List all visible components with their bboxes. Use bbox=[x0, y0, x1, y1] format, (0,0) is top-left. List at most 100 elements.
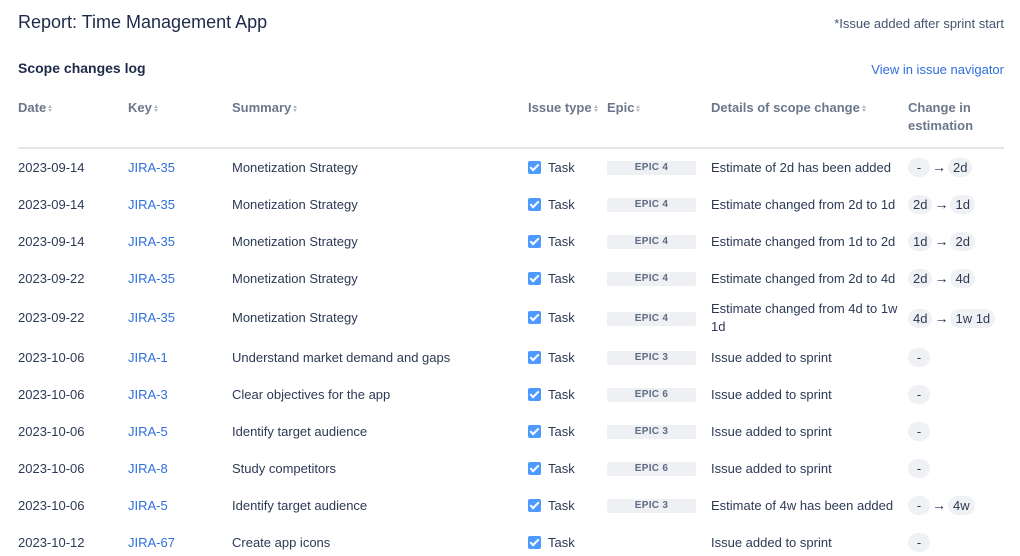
estimation-change-cell: 1d → 2d bbox=[908, 223, 1004, 260]
estimate-from-pill: 2d bbox=[908, 269, 933, 288]
table-row: 2023-10-06 JIRA-3 Clear objectives for the… bbox=[18, 376, 1004, 413]
key-cell: JIRA-35 bbox=[128, 297, 232, 339]
sort-icon[interactable] bbox=[861, 104, 867, 113]
issue-type-cell: Task bbox=[528, 260, 607, 297]
epic-badge[interactable]: EPIC 4 bbox=[607, 161, 696, 176]
estimation-change-cell: - bbox=[908, 413, 1004, 450]
issue-key-link[interactable]: JIRA-35 bbox=[128, 310, 175, 325]
estimation-change-cell: 2d → 1d bbox=[908, 186, 1004, 223]
details-cell: Issue added to sprint bbox=[711, 349, 832, 365]
key-cell: JIRA-1 bbox=[128, 339, 232, 376]
issue-key-link[interactable]: JIRA-67 bbox=[128, 535, 175, 550]
scope-changes-table: Date Key Summary Issue type Epic Details of s… bbox=[18, 96, 1004, 556]
epic-cell: EPIC 4 bbox=[607, 297, 711, 339]
issue-type-label: Task bbox=[548, 497, 575, 513]
key-cell: JIRA-3 bbox=[128, 376, 232, 413]
issue-key-link[interactable]: JIRA-5 bbox=[128, 424, 168, 439]
footnote: *Issue added after sprint start bbox=[834, 16, 1004, 31]
table-row: 2023-10-06 JIRA-5 Identify target audience… bbox=[18, 413, 1004, 450]
sort-icon[interactable] bbox=[635, 104, 641, 113]
sort-icon[interactable] bbox=[593, 104, 599, 113]
sort-icon[interactable] bbox=[47, 104, 53, 113]
details-cell: Estimate changed from 2d to 1d bbox=[711, 196, 896, 212]
issue-type-label: Task bbox=[548, 423, 575, 439]
estimate-from-pill: - bbox=[908, 422, 930, 441]
epic-cell: EPIC 4 bbox=[607, 260, 711, 297]
issue-key-link[interactable]: JIRA-35 bbox=[128, 234, 175, 249]
date-cell: 2023-10-06 bbox=[18, 460, 85, 476]
epic-badge[interactable]: EPIC 4 bbox=[607, 272, 696, 287]
sort-icon[interactable] bbox=[292, 104, 298, 113]
epic-badge[interactable]: EPIC 3 bbox=[607, 425, 696, 440]
estimation-change-cell: - bbox=[908, 450, 1004, 487]
task-checkbox-icon bbox=[528, 350, 541, 364]
issue-key-link[interactable]: JIRA-5 bbox=[128, 498, 168, 513]
epic-cell: EPIC 4 bbox=[607, 223, 711, 260]
issue-type-cell: Task bbox=[528, 524, 607, 556]
estimate-to-pill: 1d bbox=[950, 195, 975, 214]
estimation-change-cell: - bbox=[908, 339, 1004, 376]
task-checkbox-icon bbox=[528, 197, 541, 211]
epic-cell: EPIC 3 bbox=[607, 413, 711, 450]
epic-badge[interactable]: EPIC 6 bbox=[607, 462, 696, 477]
issue-key-link[interactable]: JIRA-35 bbox=[128, 271, 175, 286]
epic-badge[interactable]: EPIC 4 bbox=[607, 311, 696, 326]
task-checkbox-icon bbox=[528, 498, 541, 512]
table-row: 2023-10-12 JIRA-67 Create app icons Task Iss… bbox=[18, 524, 1004, 556]
epic-badge[interactable]: EPIC 6 bbox=[607, 388, 696, 403]
issue-type-cell: Task bbox=[528, 186, 607, 223]
column-header-summary[interactable]: Summary bbox=[232, 96, 528, 149]
epic-badge[interactable]: EPIC 3 bbox=[607, 499, 696, 514]
key-cell: JIRA-35 bbox=[128, 223, 232, 260]
date-cell: 2023-10-06 bbox=[18, 349, 85, 365]
issue-type-cell: Task bbox=[528, 413, 607, 450]
issue-type-cell: Task bbox=[528, 339, 607, 376]
key-cell: JIRA-35 bbox=[128, 260, 232, 297]
epic-badge[interactable]: EPIC 3 bbox=[607, 351, 696, 366]
issue-type-label: Task bbox=[548, 159, 575, 175]
estimate-from-pill: - bbox=[908, 385, 930, 404]
column-header-date[interactable]: Date bbox=[18, 96, 128, 149]
details-cell: Estimate of 4w has been added bbox=[711, 497, 894, 513]
issue-key-link[interactable]: JIRA-8 bbox=[128, 461, 168, 476]
issue-type-label: Task bbox=[548, 310, 575, 325]
estimation-change-cell: - → 4w bbox=[908, 487, 1004, 524]
table-row: 2023-09-14 JIRA-35 Monetization Strategy Ta… bbox=[18, 148, 1004, 186]
estimation-change-cell: 2d → 4d bbox=[908, 260, 1004, 297]
column-header-details[interactable]: Details of scope change bbox=[711, 96, 908, 149]
issue-key-link[interactable]: JIRA-35 bbox=[128, 160, 175, 175]
table-header-row: Date Key Summary Issue type Epic Details of s… bbox=[18, 96, 1004, 149]
details-cell: Issue added to sprint bbox=[711, 423, 832, 439]
column-header-epic[interactable]: Epic bbox=[607, 96, 711, 149]
estimate-from-pill: 1d bbox=[908, 232, 933, 251]
column-header-issue-type[interactable]: Issue type bbox=[528, 96, 607, 149]
date-cell: 2023-10-06 bbox=[18, 386, 85, 402]
column-header-label: Details of scope change bbox=[711, 100, 860, 115]
epic-badge[interactable]: EPIC 4 bbox=[607, 235, 696, 250]
issue-key-link[interactable]: JIRA-3 bbox=[128, 387, 168, 402]
column-header-key[interactable]: Key bbox=[128, 96, 232, 149]
date-cell: 2023-10-06 bbox=[18, 497, 85, 513]
details-cell: Issue added to sprint bbox=[711, 386, 832, 402]
task-checkbox-icon bbox=[528, 271, 541, 285]
date-cell: 2023-09-14 bbox=[18, 233, 85, 249]
issue-key-link[interactable]: JIRA-35 bbox=[128, 197, 175, 212]
issue-type-label: Task bbox=[548, 196, 575, 212]
estimate-from-pill: - bbox=[908, 158, 930, 177]
estimation-change-cell: - bbox=[908, 524, 1004, 556]
summary-cell: Create app icons bbox=[232, 534, 331, 550]
issue-type-label: Task bbox=[548, 386, 575, 402]
epic-cell bbox=[607, 524, 711, 556]
issue-key-link[interactable]: JIRA-1 bbox=[128, 350, 168, 365]
sort-icon[interactable] bbox=[153, 104, 159, 113]
estimate-from-pill: 4d bbox=[908, 308, 933, 328]
table-row: 2023-09-22 JIRA-35 Monetization Strategy Ta… bbox=[18, 297, 1004, 339]
issue-type-label: Task bbox=[548, 534, 575, 550]
view-in-issue-navigator-link[interactable]: View in issue navigator bbox=[871, 62, 1004, 77]
table-row: 2023-10-06 JIRA-8 Study competitors Task EPI… bbox=[18, 450, 1004, 487]
estimate-from-pill: - bbox=[908, 533, 930, 552]
epic-cell: EPIC 4 bbox=[607, 148, 711, 186]
estimate-from-pill: 2d bbox=[908, 195, 933, 214]
epic-badge[interactable]: EPIC 4 bbox=[607, 198, 696, 213]
table-row: 2023-09-14 JIRA-35 Monetization Strategy Ta… bbox=[18, 223, 1004, 260]
